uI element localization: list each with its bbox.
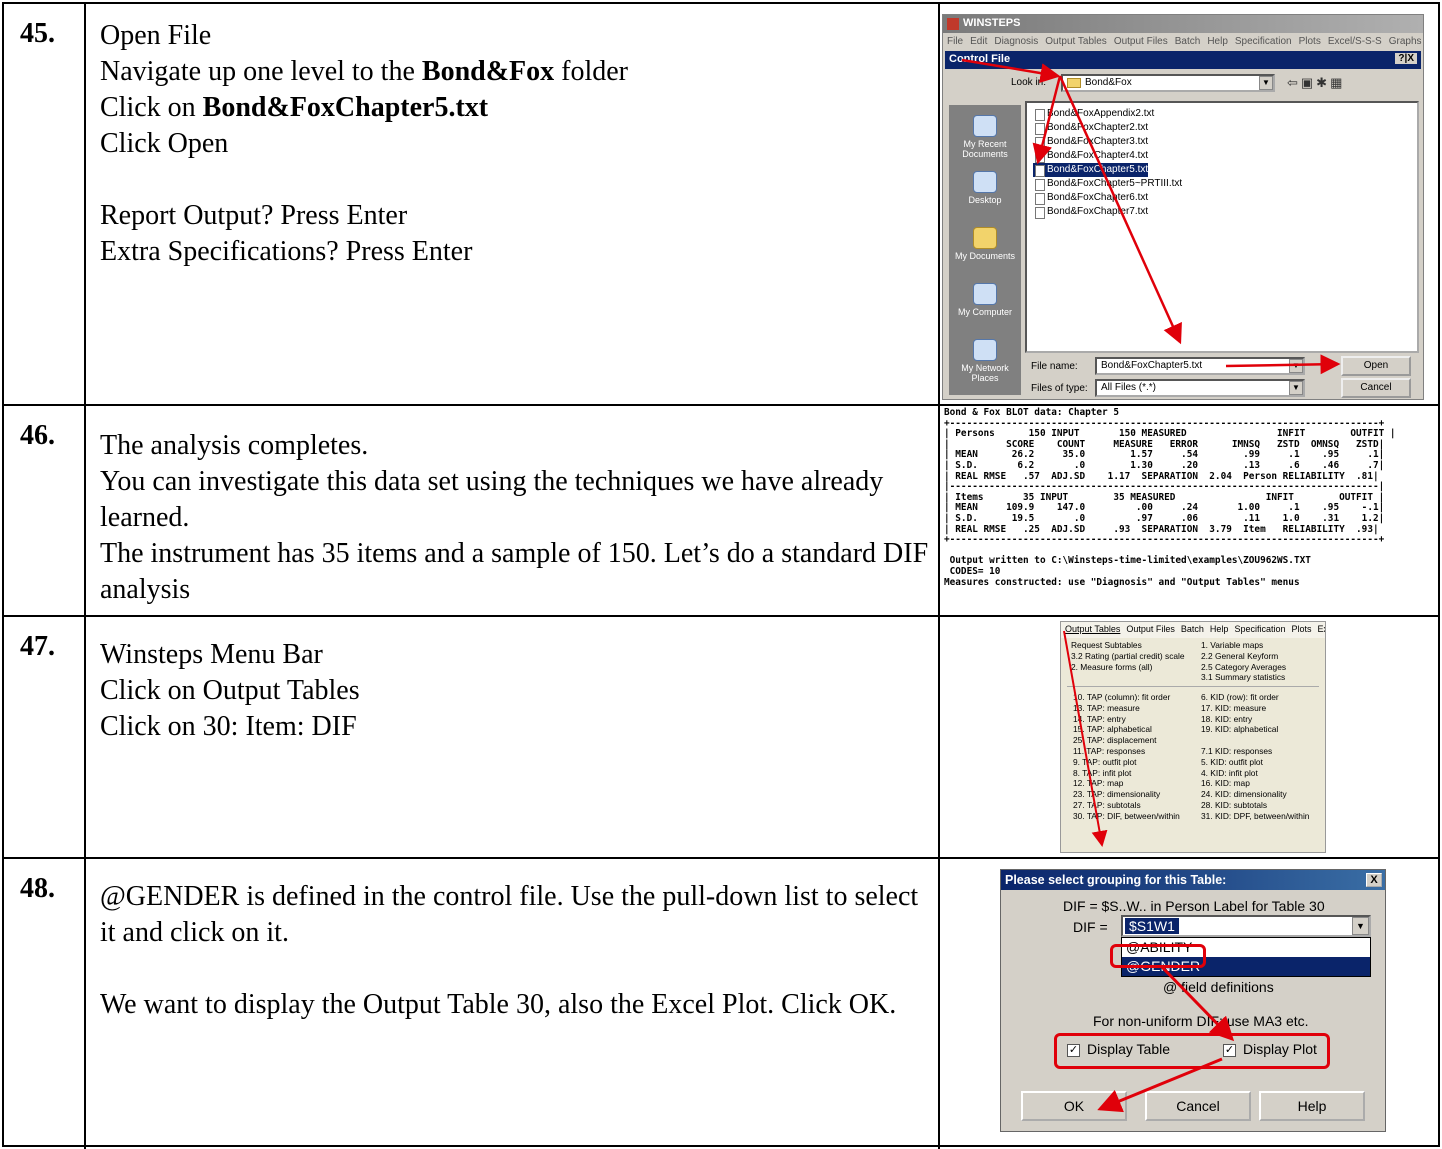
arrow-mark	[1097, 1057, 1223, 1113]
screenshot-grouping-dialog: Please select grouping for this Table: X …	[940, 859, 1438, 1149]
instruction-line: Report Output? Press Enter	[100, 200, 408, 231]
instructions-table: 45. Open File Navigate up one level to t…	[2, 2, 1440, 1149]
step-row-48: 48. @GENDER is defined in the control fi…	[4, 859, 1438, 1149]
arrow-mark	[1058, 75, 1182, 345]
instruction-line: Extra Specifications? Press Enter	[100, 236, 473, 267]
step-instructions: Open File Navigate up one level to the B…	[100, 18, 930, 270]
screenshot-console-output: Bond & Fox BLOT data: Chapter 5 +-------…	[940, 406, 1438, 615]
step-row-46: 46. The analysis completes. You can inve…	[4, 406, 1438, 617]
step-number: 45.	[20, 18, 55, 49]
instruction-line: Click Open	[100, 128, 229, 159]
arrow-mark	[1160, 965, 1235, 1042]
arrow-mark	[1063, 630, 1108, 847]
step-number: 47.	[20, 631, 55, 662]
instruction-line: Winsteps Menu Bar	[100, 639, 323, 670]
step-row-45: 45. Open File Navigate up one level to t…	[4, 4, 1438, 406]
step-row-47: 47. Winsteps Menu Bar Click on Output Ta…	[4, 617, 1438, 859]
instruction-line: Click on Bond&FoxChapter5.txt	[100, 92, 489, 123]
instruction-line: Click on 30: Item: DIF	[100, 711, 357, 742]
instruction-line: Open File	[100, 20, 212, 51]
annotation-arrows	[1063, 630, 1108, 847]
instruction-line: We want to display the Output Table 30, …	[100, 989, 897, 1020]
arrow-mark	[1225, 354, 1341, 375]
instruction-line: You can investigate this data set using …	[100, 466, 884, 533]
annotation-arrows	[961, 58, 1341, 375]
screenshot-open-file: WINSTEPS File Edit Diagnosis Output Tables O…	[940, 4, 1438, 404]
step-number: 48.	[20, 873, 55, 904]
step-number: 46.	[20, 420, 55, 451]
console-output: Bond & Fox BLOT data: Chapter 5 +-------…	[944, 407, 1396, 588]
screenshot-output-tables-menu: Output Tables Output Files Batch Help Specif…	[940, 617, 1438, 857]
step-instructions: Winsteps Menu Bar Click on Output Tables…	[100, 637, 930, 745]
step-instructions: The analysis completes. You can investig…	[100, 428, 930, 608]
instruction-line: @GENDER is defined in the control file. …	[100, 881, 919, 948]
instruction-line: The analysis completes.	[100, 430, 369, 461]
step-instructions: @GENDER is defined in the control file. …	[100, 879, 930, 1023]
instruction-line: Click on Output Tables	[100, 675, 360, 706]
instruction-line: The instrument has 35 items and a sample…	[100, 538, 929, 605]
annotation-arrows	[1097, 965, 1235, 1113]
arrow-mark	[1032, 75, 1062, 165]
instruction-line: Navigate up one level to the Bond&Fox fo…	[100, 56, 628, 87]
arrow-mark	[961, 58, 1061, 83]
